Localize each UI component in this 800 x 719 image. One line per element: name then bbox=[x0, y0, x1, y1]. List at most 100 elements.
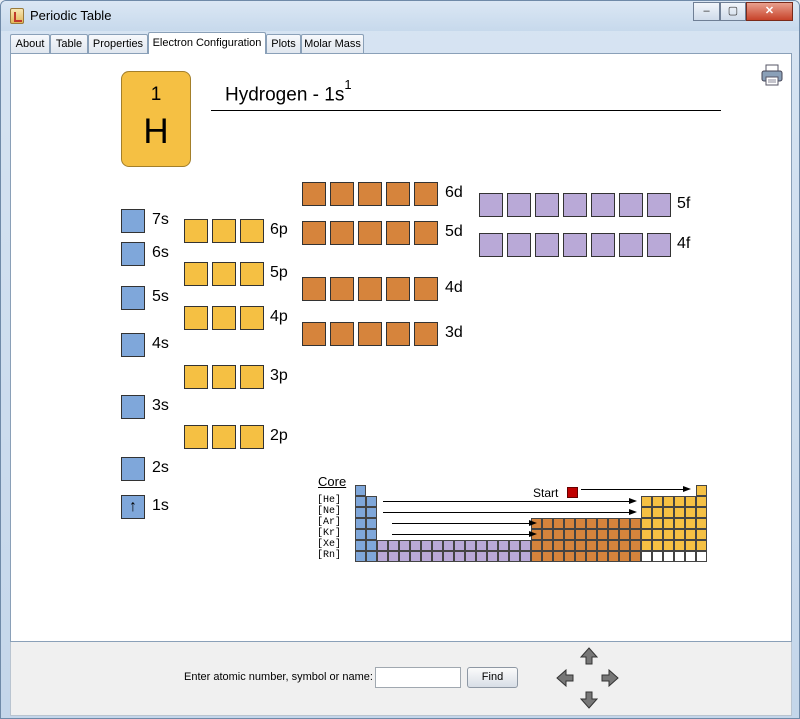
arrow-up-icon[interactable] bbox=[580, 647, 598, 665]
orbital-label-5s: 5s bbox=[152, 288, 169, 305]
3d-orbital-box-2 bbox=[330, 322, 354, 346]
orbital-label-6p: 6p bbox=[270, 221, 288, 238]
core-table-cell bbox=[685, 496, 696, 507]
core-table-cell bbox=[564, 518, 575, 529]
element-name-configuration: Hydrogen - 1s bbox=[225, 84, 345, 106]
4f-orbital-box-2 bbox=[507, 233, 531, 257]
core-table-cell bbox=[542, 540, 553, 551]
core-table-cell bbox=[663, 507, 674, 518]
core-table-cell bbox=[586, 518, 597, 529]
core-table-cell bbox=[685, 551, 696, 562]
core-table-cell bbox=[575, 529, 586, 540]
arrow-right-icon[interactable] bbox=[601, 669, 619, 687]
tab-about[interactable]: About bbox=[10, 34, 50, 54]
5f-orbital-box-6 bbox=[619, 193, 643, 217]
4s-orbital-box-1 bbox=[121, 333, 145, 357]
core-table-cell bbox=[685, 529, 696, 540]
core-table-cell bbox=[355, 485, 366, 496]
core-table-cell bbox=[355, 496, 366, 507]
orbital-label-7s: 7s bbox=[152, 211, 169, 228]
close-button[interactable]: ✕ bbox=[746, 2, 793, 21]
4d-orbital-box-3 bbox=[358, 277, 382, 301]
core-label-ar: [Ar] bbox=[317, 517, 342, 528]
core-table-cell bbox=[630, 518, 641, 529]
3s-orbital-box-1 bbox=[121, 395, 145, 419]
core-table-cell bbox=[652, 551, 663, 562]
core-table-cell bbox=[520, 551, 531, 562]
5f-orbital-box-5 bbox=[591, 193, 615, 217]
4f-orbital-box-7 bbox=[647, 233, 671, 257]
core-table-cell bbox=[410, 551, 421, 562]
3p-orbital-box-3 bbox=[240, 365, 264, 389]
printer-icon[interactable] bbox=[761, 64, 783, 86]
5d-orbital-box-1 bbox=[302, 221, 326, 245]
core-table-cell bbox=[652, 518, 663, 529]
core-table-cell bbox=[663, 529, 674, 540]
core-table-cell bbox=[685, 540, 696, 551]
tab-plots[interactable]: Plots bbox=[266, 34, 301, 54]
tab-electron-configuration[interactable]: Electron Configuration bbox=[148, 32, 266, 54]
start-marker bbox=[567, 487, 578, 498]
5f-orbital-box-7 bbox=[647, 193, 671, 217]
find-button[interactable]: Find bbox=[467, 667, 518, 688]
core-table-cell bbox=[641, 507, 652, 518]
orbital-label-5d: 5d bbox=[445, 223, 463, 240]
core-table-cell bbox=[597, 529, 608, 540]
orbital-label-4d: 4d bbox=[445, 279, 463, 296]
core-table-cell bbox=[597, 551, 608, 562]
core-table-cell bbox=[465, 540, 476, 551]
5s-orbital-box-1 bbox=[121, 286, 145, 310]
tab-molar-mass[interactable]: Molar Mass bbox=[301, 34, 364, 54]
orbital-label-2s: 2s bbox=[152, 459, 169, 476]
core-table-cell bbox=[476, 540, 487, 551]
core-table-cell bbox=[355, 518, 366, 529]
core-table-cell bbox=[377, 540, 388, 551]
core-table-cell bbox=[630, 540, 641, 551]
core-table-cell bbox=[443, 551, 454, 562]
core-table-cell bbox=[641, 540, 652, 551]
5f-orbital-box-4 bbox=[563, 193, 587, 217]
core-table-cell bbox=[476, 551, 487, 562]
core-table-cell bbox=[564, 551, 575, 562]
core-table-cell bbox=[553, 529, 564, 540]
tab-table[interactable]: Table bbox=[50, 34, 88, 54]
core-table-cell bbox=[542, 551, 553, 562]
core-table-cell bbox=[355, 551, 366, 562]
2s-orbital-box-1 bbox=[121, 457, 145, 481]
5p-orbital-box-2 bbox=[212, 262, 236, 286]
window-title: Periodic Table bbox=[30, 8, 112, 23]
3d-orbital-box-5 bbox=[414, 322, 438, 346]
core-table-cell bbox=[586, 551, 597, 562]
core-table-cell bbox=[696, 529, 707, 540]
core-table-cell bbox=[366, 540, 377, 551]
tab-properties[interactable]: Properties bbox=[88, 34, 148, 54]
4f-orbital-box-3 bbox=[535, 233, 559, 257]
core-table-cell bbox=[366, 496, 377, 507]
core-table-cell bbox=[520, 540, 531, 551]
3d-orbital-box-1 bbox=[302, 322, 326, 346]
core-table-cell bbox=[674, 540, 685, 551]
electron-configuration-panel: 1 H Hydrogen - 1s1 7s 6s 5s 4s 3s 2s ↑ 1s 6p 5p 4p… bbox=[10, 53, 792, 642]
core-table-cell bbox=[366, 551, 377, 562]
core-table-cell bbox=[674, 518, 685, 529]
heading-underline bbox=[211, 110, 721, 111]
maximize-button[interactable]: ▢ bbox=[720, 2, 746, 21]
1s-orbital-box-1: ↑ bbox=[121, 495, 145, 519]
core-arrow-line bbox=[392, 523, 531, 524]
minimize-button[interactable]: – bbox=[693, 2, 720, 21]
core-table-cell bbox=[696, 496, 707, 507]
6s-orbital-box-1 bbox=[121, 242, 145, 266]
core-table-cell bbox=[388, 551, 399, 562]
orbital-label-4s: 4s bbox=[152, 335, 169, 352]
core-table-cell bbox=[696, 540, 707, 551]
start-label: Start bbox=[533, 486, 559, 500]
find-input[interactable] bbox=[375, 667, 461, 688]
core-table-cell bbox=[608, 518, 619, 529]
core-table-cell bbox=[597, 540, 608, 551]
arrow-left-icon[interactable] bbox=[556, 669, 574, 687]
4f-orbital-box-4 bbox=[563, 233, 587, 257]
arrow-down-icon[interactable] bbox=[580, 691, 598, 709]
core-arrow-line bbox=[383, 501, 631, 502]
title-bar: Periodic Table – ▢ ✕ bbox=[1, 1, 799, 31]
2p-orbital-box-2 bbox=[212, 425, 236, 449]
